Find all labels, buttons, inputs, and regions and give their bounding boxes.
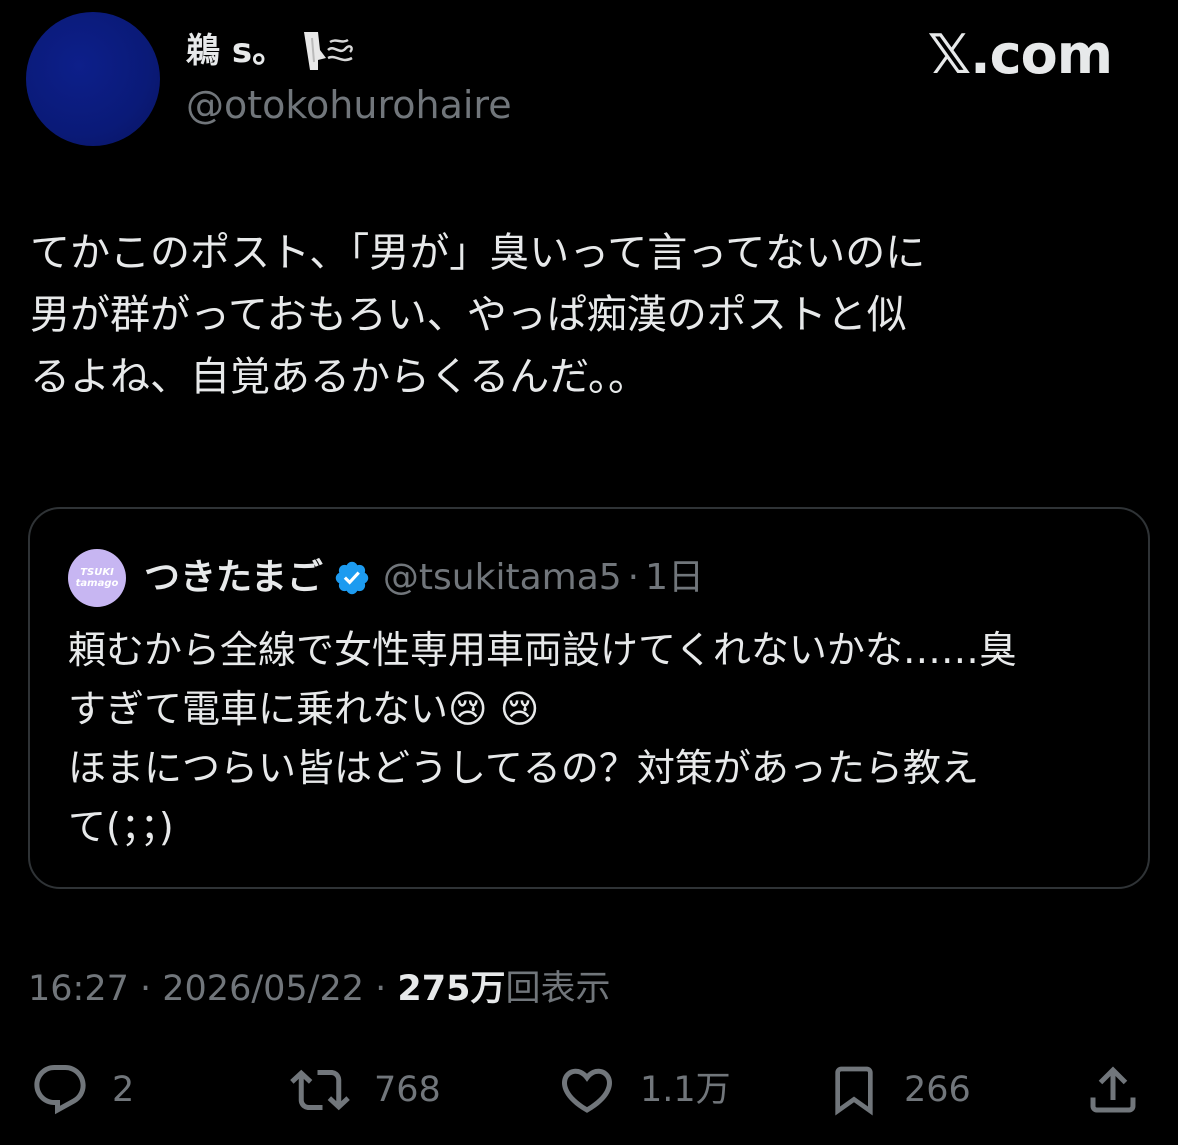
meta-separator: · bbox=[128, 969, 163, 1009]
quoted-post-text: 頼むから全線で女性専用車両設けてくれないかな……臭 すぎて電車に乗れない😢 😢 … bbox=[68, 628, 1017, 849]
post-time[interactable]: 16:27 bbox=[28, 969, 129, 1009]
quoted-avatar-text-bottom: tamago bbox=[75, 578, 119, 589]
bookmark-count: 266 bbox=[904, 1070, 971, 1110]
repost-count: 768 bbox=[374, 1070, 441, 1110]
quoted-avatar-text-top: TSUKI bbox=[80, 567, 114, 578]
share-button[interactable] bbox=[1082, 1060, 1144, 1120]
like-icon bbox=[561, 1068, 613, 1113]
like-count: 1.1万 bbox=[640, 1070, 731, 1110]
reply-count: 2 bbox=[112, 1070, 135, 1110]
reply-icon bbox=[34, 1065, 86, 1115]
like-button[interactable]: 1.1万 bbox=[556, 1060, 731, 1120]
reply-button[interactable]: 2 bbox=[30, 1060, 134, 1120]
meta-separator: · bbox=[364, 969, 398, 1009]
share-icon bbox=[1090, 1066, 1136, 1113]
quoted-post-header: つきたまご @tsukitama5 · 1日 bbox=[144, 553, 704, 603]
quoted-author-handle[interactable]: @tsukitama5 bbox=[383, 553, 622, 603]
verified-badge-icon bbox=[335, 561, 369, 595]
quoted-author-avatar[interactable]: TSUKI tamago bbox=[68, 549, 126, 607]
action-bar: 2 768 1.1万 266 bbox=[0, 1060, 1178, 1120]
quoted-author-name[interactable]: つきたまご bbox=[144, 553, 323, 603]
quoted-post-card[interactable]: TSUKI tamago つきたまご @tsukitama5 · 1日 頼むから… bbox=[28, 507, 1150, 889]
repost-icon bbox=[290, 1069, 350, 1111]
repost-button[interactable]: 768 bbox=[288, 1060, 441, 1120]
author-display-name[interactable]: 鵜 s。 bbox=[186, 26, 356, 76]
views-label: 回表示 bbox=[505, 969, 611, 1009]
author-avatar[interactable] bbox=[26, 12, 160, 146]
author-handle[interactable]: @otokohurohaire bbox=[186, 80, 512, 130]
author-name-text: 鵜 s。 bbox=[186, 31, 287, 71]
views-count: 275万 bbox=[397, 969, 506, 1009]
x-brand-logo: 𝕏.com bbox=[927, 23, 1113, 86]
quoted-post-time[interactable]: 1日 bbox=[645, 553, 704, 603]
post-text: てかこのポスト、「男が」臭いって言ってないのに 男が群がっておもろい、やっぱ痴漢… bbox=[30, 230, 926, 400]
post-meta: 16:27 · 2026/05/22 · 275万回表示 bbox=[28, 964, 610, 1014]
bookmark-button[interactable]: 266 bbox=[826, 1060, 971, 1120]
post-date[interactable]: 2026/05/22 bbox=[162, 969, 364, 1009]
quoted-header-separator: · bbox=[627, 557, 640, 598]
bookmark-icon bbox=[835, 1066, 873, 1116]
smelling-emoji-icon bbox=[304, 32, 353, 70]
